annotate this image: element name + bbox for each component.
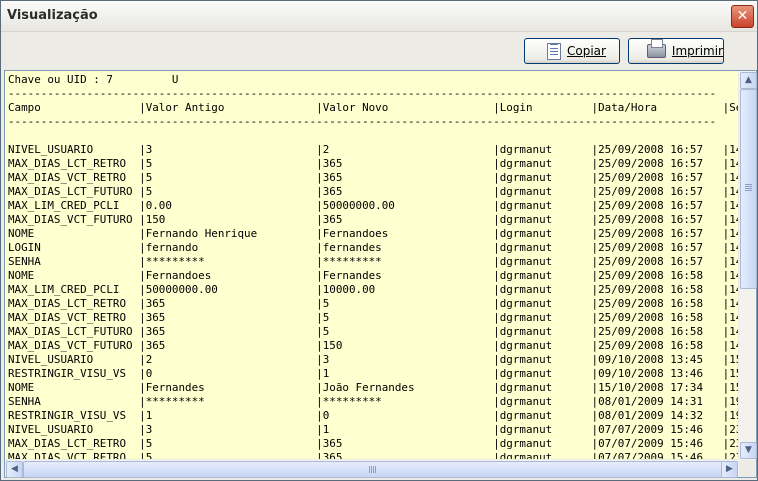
visualizacao-window: Visualização ✕ Copiar Imprimir Chave ou … [0,0,758,481]
vertical-scroll-thumb[interactable] [740,89,757,289]
report-row: SENHA |********* |********* |dgrmanut |0… [8,395,739,408]
scroll-down-button[interactable]: ▼ [740,442,757,459]
vertical-scrollbar[interactable]: ▲ ▼ [738,71,757,460]
print-button[interactable]: Imprimir [628,38,724,64]
report-row: LOGIN |fernando |fernandes |dgrmanut |25… [8,241,739,254]
horizontal-scroll-thumb[interactable] [23,461,723,478]
report-row: MAX_DIAS_VCT_RETRO |5 |365 |dgrmanut |25… [8,171,739,184]
scroll-left-button[interactable]: ◀ [6,461,23,478]
report-separator: ----------------------------------------… [8,87,717,100]
copy-button-label: Copiar [567,44,606,58]
document-icon [547,42,561,60]
report-row: SENHA |********* |********* |dgrmanut |2… [8,255,739,268]
report-row: RESTRINGIR_VISU_VS |0 |1 |dgrmanut |09/1… [8,367,739,380]
report-row: MAX_DIAS_LCT_RETRO |365 |5 |dgrmanut |25… [8,297,739,310]
copy-button[interactable]: Copiar [524,38,620,64]
grip-icon [745,184,752,185]
report-row: MAX_DIAS_VCT_RETRO |365 |5 |dgrmanut |25… [8,311,739,324]
horizontal-scrollbar[interactable]: ◀ ▶ [5,459,739,478]
report-separator: ----------------------------------------… [8,115,717,128]
report-row: MAX_LIM_CRED_PCLI |50000000.00 |10000.00… [8,283,739,296]
report-column-headers: Campo |Valor Antigo |Valor Novo |Login |… [8,101,739,114]
chevron-up-icon: ▲ [745,75,752,85]
window-title: Visualização [7,8,98,23]
report-row: MAX_DIAS_VCT_FUTURO |365 |150 |dgrmanut … [8,339,739,352]
toolbar: Copiar Imprimir [1,32,757,70]
printer-icon [647,39,666,58]
report-row: MAX_DIAS_LCT_FUTURO |5 |365 |dgrmanut |2… [8,185,739,198]
scroll-up-button[interactable]: ▲ [740,72,757,89]
close-icon: ✕ [736,8,749,24]
grip-icon [369,466,370,473]
scroll-right-button[interactable]: ▶ [721,461,738,478]
report-panel: Chave ou UID : 7 U ---------------------… [4,70,757,478]
report-row: NOME |Fernando Henrique |Fernandoes |dgr… [8,227,739,240]
report-row: NOME |Fernandes |João Fernandes |dgrmanu… [8,381,739,394]
report-row: MAX_LIM_CRED_PCLI |0.00 |50000000.00 |dg… [8,199,739,212]
report-row: RESTRINGIR_VISU_VS |1 |0 |dgrmanut |08/0… [8,409,739,422]
report-row: NIVEL_USUARIO |3 |1 |dgrmanut |07/07/200… [8,423,739,436]
report-row: NIVEL_USUARIO |3 |2 |dgrmanut |25/09/200… [8,143,739,156]
scrollbar-corner [739,460,756,477]
report-row: MAX_DIAS_LCT_RETRO |5 |365 |dgrmanut |25… [8,157,739,170]
chevron-left-icon: ◀ [11,464,18,474]
title-bar[interactable]: Visualização ✕ [1,1,757,32]
report-key-line: Chave ou UID : 7 U [8,73,179,86]
report-row: MAX_DIAS_LCT_RETRO |5 |365 |dgrmanut |07… [8,437,739,450]
report-text: Chave ou UID : 7 U ---------------------… [5,71,739,460]
print-button-label: Imprimir [671,44,723,58]
report-text-area[interactable]: Chave ou UID : 7 U ---------------------… [5,71,739,460]
close-button[interactable]: ✕ [731,5,754,28]
report-row: NIVEL_USUARIO |2 |3 |dgrmanut |09/10/200… [8,353,739,366]
report-row: MAX_DIAS_LCT_FUTURO |365 |5 |dgrmanut |2… [8,325,739,338]
chevron-right-icon: ▶ [726,464,733,474]
report-row: NOME |Fernandoes |Fernandes |dgrmanut |2… [8,269,739,282]
report-row: MAX_DIAS_VCT_FUTURO |150 |365 |dgrmanut … [8,213,739,226]
chevron-down-icon: ▼ [745,445,752,455]
